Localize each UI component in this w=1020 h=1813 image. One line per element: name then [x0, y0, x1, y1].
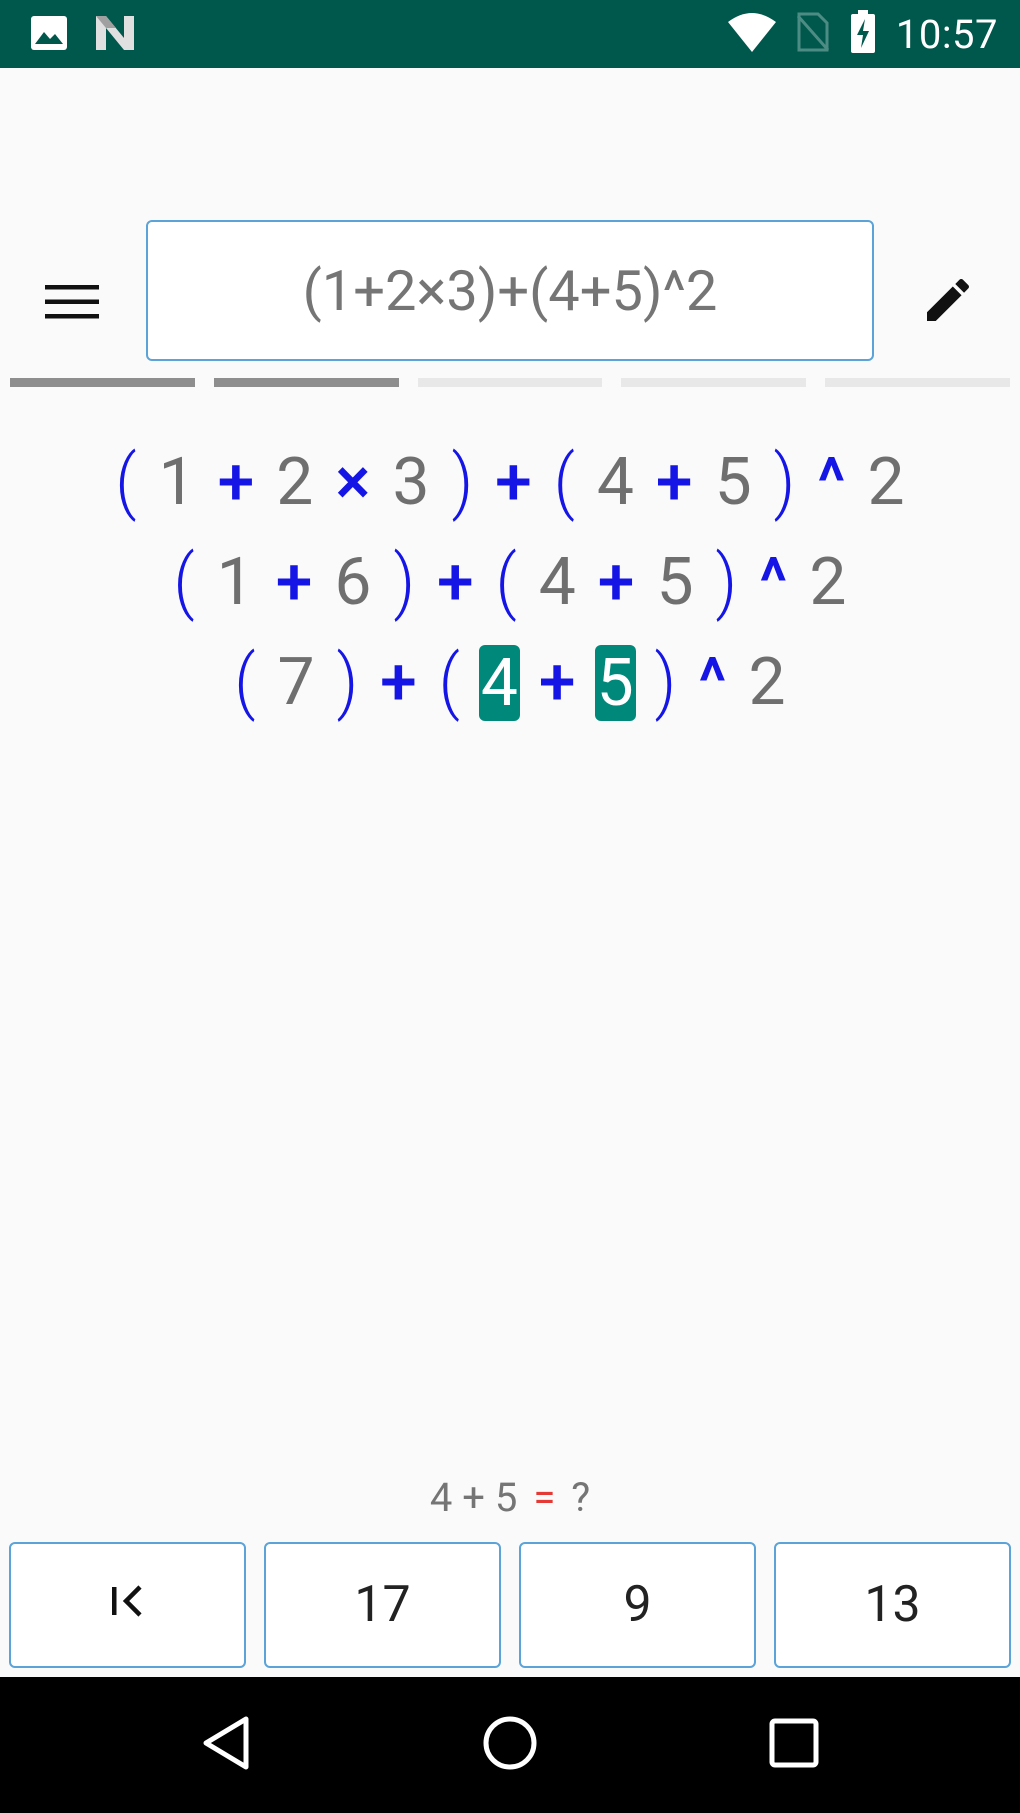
token-number: 2 — [867, 444, 905, 521]
hamburger-menu-icon — [45, 283, 99, 325]
answer-option-9[interactable]: 9 — [519, 1542, 756, 1668]
token-number: 2 — [276, 444, 314, 521]
progress-segment — [825, 378, 1010, 387]
token-operator: + — [538, 644, 576, 721]
token-operator: ^ — [817, 444, 846, 521]
wifi-icon — [727, 12, 776, 56]
menu-button[interactable] — [30, 262, 114, 346]
nav-recents-button[interactable] — [756, 1707, 832, 1783]
token-number: 2 — [809, 544, 847, 621]
token-paren: ) — [715, 540, 738, 625]
token-number: 4 — [538, 544, 576, 621]
image-icon — [30, 15, 68, 55]
progress-indicator — [10, 378, 1010, 387]
token-number: 6 — [334, 544, 372, 621]
token-operator: ^ — [759, 544, 788, 621]
pencil-icon — [920, 272, 976, 332]
no-sim-icon — [796, 12, 830, 56]
token-operator: + — [380, 644, 417, 721]
token-paren: ( — [115, 440, 137, 525]
token-number: 5 — [656, 544, 694, 621]
token-number: 2 — [748, 644, 786, 721]
progress-segment — [213, 378, 399, 387]
answer-option-13[interactable]: 13 — [774, 1542, 1011, 1668]
step-row: ( 7 ) + ( 4 + 5 ) ^ 2 — [0, 638, 1020, 728]
question-unknown: ? — [571, 1474, 591, 1521]
token-paren: ( — [553, 440, 575, 525]
token-number: 3 — [392, 444, 430, 521]
token-number: 1 — [216, 544, 254, 621]
home-circle-icon — [482, 1715, 538, 1775]
token-number: 5 — [714, 444, 752, 521]
highlighted-operand: 4 — [478, 645, 520, 722]
token-operator: + — [495, 444, 532, 521]
token-paren: ( — [438, 640, 460, 725]
progress-segment — [417, 378, 603, 387]
token-number: 4 — [596, 444, 634, 521]
n-logo-icon — [94, 14, 136, 56]
token-number: 1 — [158, 444, 196, 521]
status-bar-right: 10:57 — [727, 10, 998, 58]
progress-segment — [10, 378, 195, 387]
token-paren: ( — [495, 540, 517, 625]
token-operator: × — [335, 444, 371, 521]
toolbar: (1+2×3)+(4+5)^2 — [0, 220, 1020, 365]
token-number: 7 — [277, 644, 315, 721]
step-row: ( 1 + 6 ) + ( 4 + 5 ) ^ 2 — [0, 538, 1020, 628]
navigation-bar — [0, 1677, 1020, 1813]
token-paren: ) — [451, 440, 474, 525]
token-paren: ) — [654, 640, 677, 725]
highlighted-operand: 5 — [594, 645, 636, 722]
clock: 10:57 — [895, 10, 998, 58]
expression-field[interactable]: (1+2×3)+(4+5)^2 — [146, 220, 874, 361]
answer-option-17[interactable]: 17 — [264, 1542, 501, 1668]
token-operator: + — [597, 544, 635, 621]
token-paren: ( — [173, 540, 195, 625]
token-paren: ( — [234, 640, 256, 725]
token-paren: ) — [773, 440, 796, 525]
progress-segment — [621, 378, 807, 387]
status-bar: 10:57 — [0, 0, 1020, 68]
battery-charging-icon — [850, 10, 876, 58]
token-operator: + — [655, 444, 693, 521]
undo-button[interactable] — [9, 1542, 246, 1668]
skip-back-icon — [108, 1576, 148, 1634]
token-operator: + — [275, 544, 313, 621]
status-bar-left — [30, 14, 136, 56]
nav-back-button[interactable] — [188, 1707, 264, 1783]
token-operator: ^ — [698, 644, 727, 721]
nav-home-button[interactable] — [472, 1707, 548, 1783]
question-expression: 4 + 5 — [429, 1474, 518, 1521]
token-paren: ) — [336, 640, 359, 725]
step-row: ( 1 + 2 × 3 ) + ( 4 + 5 ) ^ 2 — [0, 438, 1020, 528]
recents-square-icon — [769, 1718, 819, 1772]
token-operator: + — [217, 444, 255, 521]
question-equals: = — [533, 1474, 556, 1521]
token-paren: ) — [393, 540, 415, 625]
edit-button[interactable] — [906, 260, 990, 344]
token-operator: + — [436, 544, 474, 621]
answer-buttons: 17 9 13 — [9, 1542, 1011, 1668]
current-question: 4 + 5 = ? — [0, 1474, 1020, 1521]
back-triangle-icon — [200, 1715, 252, 1775]
